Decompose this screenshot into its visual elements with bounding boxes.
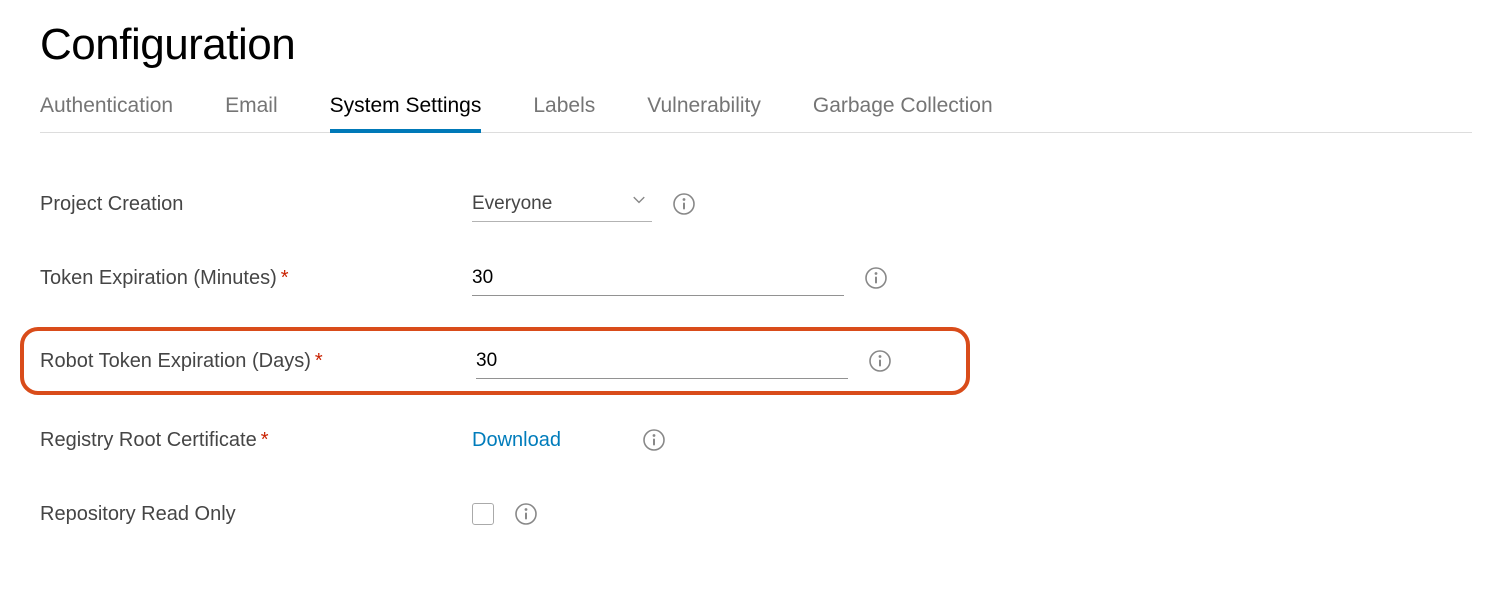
download-cert-link[interactable]: Download: [472, 429, 561, 451]
label-project-creation: Project Creation: [40, 193, 472, 216]
info-icon-project-creation[interactable]: [672, 192, 696, 216]
page-title: Configuration: [40, 20, 1472, 70]
tab-email[interactable]: Email: [225, 94, 278, 132]
row-repo-read-only: Repository Read Only: [40, 489, 1472, 539]
select-project-creation[interactable]: Everyone: [472, 186, 652, 222]
checkbox-repo-read-only[interactable]: [472, 503, 494, 525]
tabs-bar: Authentication Email System Settings Lab…: [40, 94, 1472, 133]
required-marker: *: [315, 350, 323, 372]
tab-garbage-collection[interactable]: Garbage Collection: [813, 94, 993, 132]
input-token-expiration[interactable]: [472, 260, 844, 296]
system-settings-form: Project Creation Everyone Token Expirati…: [40, 179, 1472, 539]
input-robot-token-expiration[interactable]: [476, 343, 848, 379]
label-repo-read-only: Repository Read Only: [40, 503, 472, 526]
chevron-down-icon: [632, 190, 646, 212]
row-project-creation: Project Creation Everyone: [40, 179, 1472, 229]
info-icon-robot-token-expiration[interactable]: [868, 349, 892, 373]
tab-labels[interactable]: Labels: [533, 94, 595, 132]
info-icon-token-expiration[interactable]: [864, 266, 888, 290]
tab-system-settings[interactable]: System Settings: [330, 94, 482, 132]
label-token-expiration: Token Expiration (Minutes)*: [40, 267, 472, 290]
tab-authentication[interactable]: Authentication: [40, 94, 173, 132]
info-icon-repo-read-only[interactable]: [514, 502, 538, 526]
select-project-creation-value: Everyone: [472, 193, 552, 215]
tab-vulnerability[interactable]: Vulnerability: [647, 94, 761, 132]
label-registry-root-cert: Registry Root Certificate*: [40, 429, 472, 452]
row-token-expiration: Token Expiration (Minutes)*: [40, 253, 1472, 303]
info-icon-registry-root-cert[interactable]: [642, 428, 666, 452]
highlight-robot-token-row: Robot Token Expiration (Days)*: [20, 327, 970, 395]
label-robot-token-expiration: Robot Token Expiration (Days)*: [40, 350, 476, 373]
required-marker: *: [281, 267, 289, 289]
row-registry-root-cert: Registry Root Certificate* Download: [40, 415, 1472, 465]
required-marker: *: [261, 429, 269, 451]
